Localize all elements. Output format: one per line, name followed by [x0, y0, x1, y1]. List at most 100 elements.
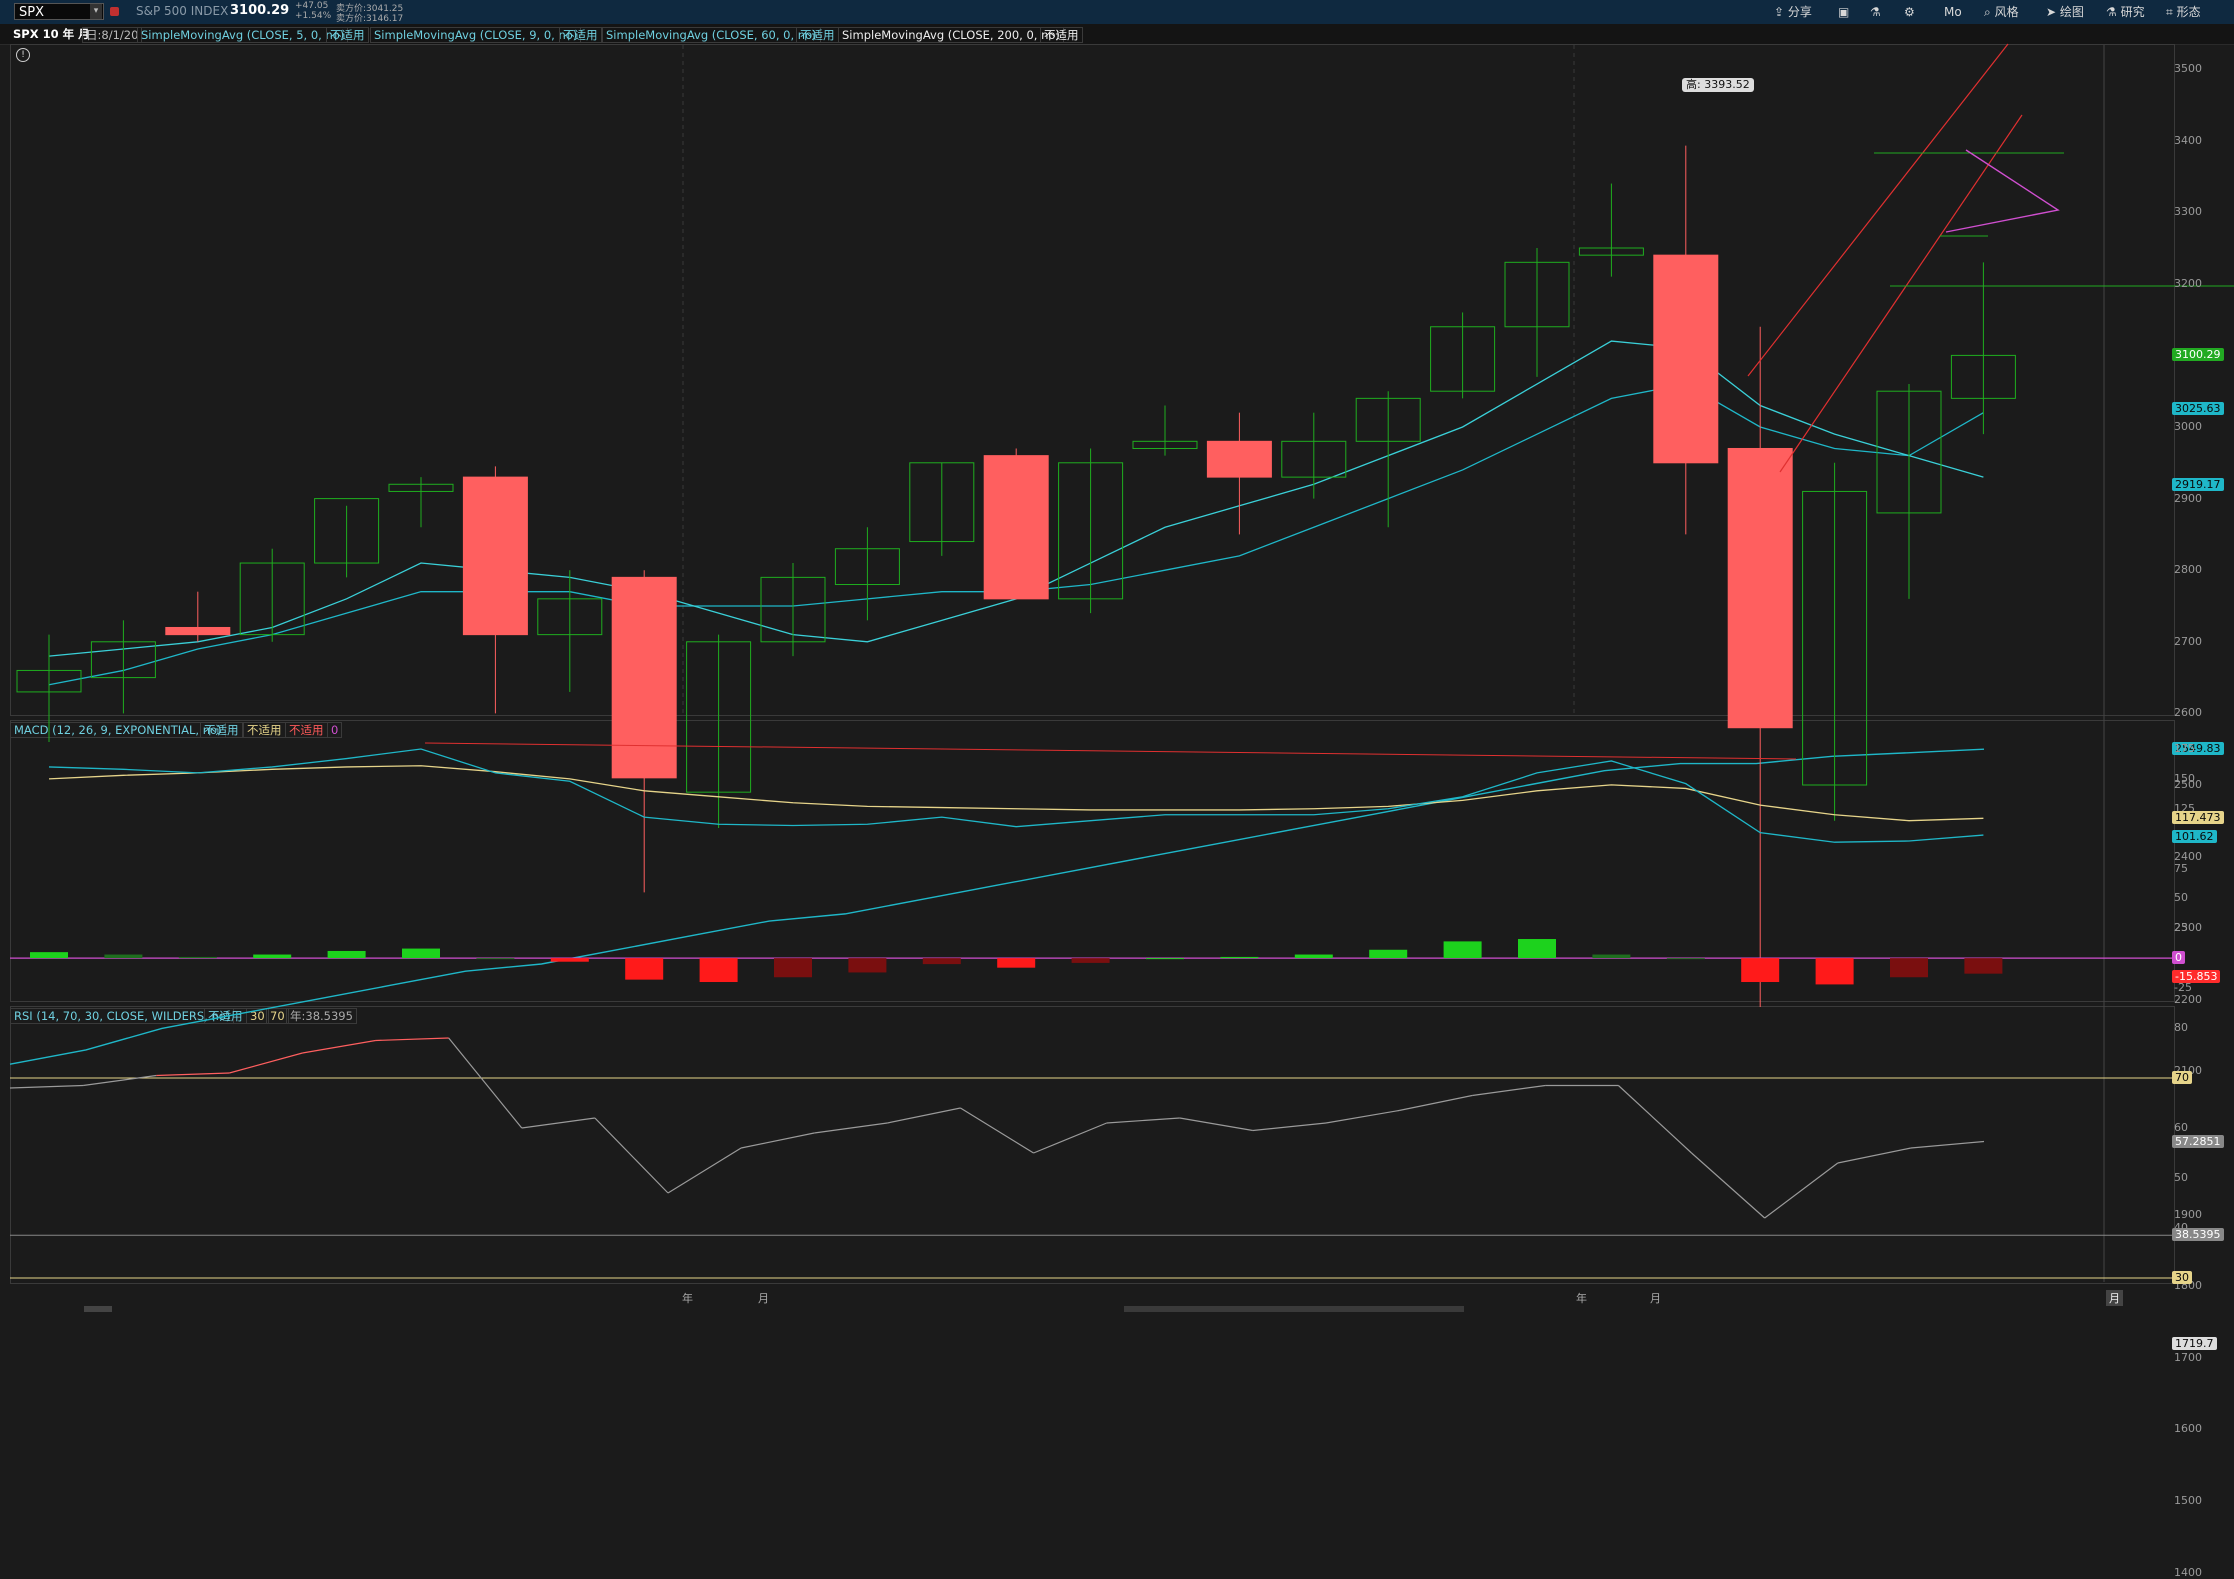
- macd-signal-line: [48, 765, 1984, 822]
- macd-histogram-bar: [1443, 941, 1482, 959]
- macd-histogram-bar: [1666, 958, 1705, 960]
- rsi-line-segment: [1764, 1162, 1839, 1219]
- macd-histogram-bar: [1741, 958, 1780, 983]
- macd-tick: 25: [2174, 921, 2188, 935]
- rsi-tick: 80: [2174, 1021, 2188, 1034]
- macd-histogram-bar: [997, 958, 1036, 968]
- rsi-line-segment: [9, 1084, 84, 1089]
- macd-histogram-bar: [1071, 958, 1110, 963]
- rsi-line-segment: [1106, 1117, 1180, 1124]
- rsi-line-segment: [667, 1147, 742, 1194]
- rsi-line-segment: [960, 1107, 1034, 1154]
- triangle-pattern: [1945, 149, 2060, 233]
- macd-histogram-bar: [1964, 958, 2003, 974]
- rsi-line-segment: [1910, 1140, 1985, 1149]
- macd-tag: 101.62: [2172, 829, 2217, 843]
- rsi-tick: 60: [2174, 1121, 2188, 1134]
- rsi-tick: 50: [2174, 1171, 2188, 1184]
- macd-tag: 0: [2172, 951, 2185, 965]
- macd-histogram-bar: [104, 954, 143, 959]
- trend-channel-line: [1747, 43, 2009, 377]
- rsi-tag: 30: [2172, 1271, 2192, 1284]
- macd-tag: -15.853: [2172, 970, 2221, 984]
- macd-tick: 75: [2174, 861, 2188, 875]
- macd-histogram-bar: [1815, 958, 1854, 985]
- price-tick: 1400: [2174, 1565, 2202, 1579]
- rsi-line-segment: [1325, 1109, 1400, 1124]
- macd-histogram-bar: [699, 958, 738, 983]
- sma60-line: [9, 748, 1985, 1065]
- macd-histogram-bar: [922, 958, 961, 965]
- price-tick: 3300: [2174, 205, 2202, 219]
- candle-body: [983, 455, 1049, 600]
- rsi-line-segment: [229, 1052, 303, 1074]
- trend-channel-line: [1779, 114, 2023, 473]
- date-axis-label: 年: [1576, 1292, 1587, 1305]
- macd-histogram-bar: [1146, 958, 1184, 960]
- rsi-line-segment: [740, 1132, 815, 1149]
- rsi-line-segment: [1618, 1085, 1692, 1154]
- rsi-line-segment: [887, 1107, 961, 1124]
- price-tag: 3025.63: [2172, 401, 2224, 415]
- price-tag: 3100.29: [2172, 348, 2224, 362]
- candle-body: [462, 476, 528, 636]
- macd-histogram-bar: [774, 958, 812, 978]
- macd-histogram-bar: [1518, 939, 1556, 959]
- rsi-line-segment: [1472, 1084, 1546, 1097]
- macd-histogram-bar: [1220, 956, 1259, 959]
- scroll-thumb-left[interactable]: [84, 1306, 112, 1312]
- scrollbar-thumb[interactable]: [1124, 1306, 1464, 1312]
- rsi-tag: 57.2851: [2172, 1134, 2224, 1148]
- price-tick: 1500: [2174, 1494, 2202, 1507]
- macd-histogram-bar: [1369, 949, 1408, 959]
- price-tick: 1600: [2174, 1422, 2202, 1436]
- macd-histogram-bar: [625, 958, 664, 980]
- chart-canvas[interactable]: [0, 0, 2234, 1313]
- rsi-tag: 70: [2172, 1071, 2192, 1084]
- price-tick: 3500: [2174, 62, 2202, 75]
- price-tick: 2800: [2174, 563, 2202, 577]
- price-tick: 2200: [2174, 992, 2202, 1006]
- candle-body: [165, 626, 231, 636]
- candle-body: [1206, 440, 1272, 478]
- macd-histogram-bar: [1294, 954, 1333, 959]
- macd-histogram-bar: [848, 958, 887, 973]
- macd-histogram-bar: [253, 954, 292, 959]
- date-axis-label: 年: [682, 1292, 693, 1305]
- rsi-line-segment: [448, 1037, 523, 1129]
- rsi-line-segment: [156, 1072, 230, 1077]
- macd-histogram-bar: [178, 956, 217, 959]
- macd-histogram-bar: [476, 958, 515, 960]
- rsi-line-segment: [1691, 1152, 1766, 1219]
- rsi-line-segment: [1398, 1094, 1473, 1112]
- rsi-line-segment: [1837, 1147, 1912, 1164]
- price-tick: 2700: [2174, 634, 2202, 648]
- rsi-line-segment: [594, 1117, 669, 1194]
- macd-tick: 150: [2174, 771, 2195, 785]
- price-tick: 2600: [2174, 706, 2202, 720]
- price-tick: 3200: [2174, 276, 2202, 290]
- price-tick: 3400: [2174, 133, 2202, 147]
- candle-body: [1727, 447, 1793, 729]
- macd-histogram-bar: [1592, 954, 1631, 959]
- price-tick: 1900: [2174, 1207, 2202, 1221]
- price-tag: 1719.7: [2172, 1336, 2217, 1350]
- high-price-tooltip: 高: 3393.52: [1682, 78, 1754, 92]
- candle-body: [611, 576, 677, 779]
- rsi-line-segment: [1033, 1122, 1107, 1154]
- date-axis-label: 月: [758, 1292, 769, 1305]
- macd-tag: 117.473: [2172, 810, 2224, 824]
- price-tick: 1700: [2174, 1350, 2202, 1364]
- macd-histogram-bar: [327, 950, 366, 959]
- rsi-line-segment: [302, 1039, 376, 1054]
- macd-tick: 50: [2174, 891, 2188, 905]
- macd-histogram-bar: [550, 958, 589, 962]
- macd-histogram-bar: [30, 952, 68, 959]
- rsi-line-segment: [1252, 1122, 1327, 1132]
- price-tick: 2900: [2174, 491, 2202, 505]
- rsi-tag: 38.5395: [2172, 1228, 2224, 1242]
- cursor-date-label: 月: [2106, 1290, 2123, 1306]
- rsi-line-segment: [1179, 1117, 1253, 1132]
- rsi-line-segment: [521, 1117, 595, 1129]
- candle-body: [1653, 254, 1719, 464]
